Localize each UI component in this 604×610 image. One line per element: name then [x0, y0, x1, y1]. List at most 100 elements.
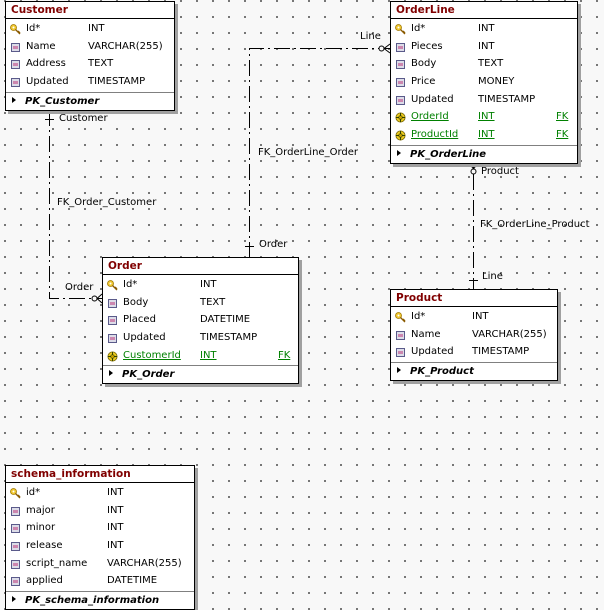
primary-key-constraint[interactable]: PK_Product: [391, 362, 557, 380]
column-name: CustomerId: [123, 349, 181, 361]
column-type: VARCHAR(255): [107, 557, 182, 569]
field-icon: [108, 316, 117, 326]
column-row[interactable]: Id* INT: [391, 308, 557, 326]
expand-arrow-icon[interactable]: [12, 96, 16, 103]
entity-schema-information[interactable]: schema_information id* INT major INT minor INT…: [5, 465, 195, 610]
role-label-customer: Customer: [59, 113, 108, 124]
column-name: minor: [26, 522, 56, 534]
column-row[interactable]: Updated TIMESTAMP: [391, 343, 557, 361]
role-label-line: Line: [360, 31, 381, 42]
relationship-name-fk-order-customer[interactable]: FK_Order_Customer: [57, 197, 156, 209]
column-row[interactable]: ProductId INT FK: [391, 126, 577, 144]
column-type: INT: [478, 40, 495, 52]
column-row[interactable]: Id* INT: [103, 276, 298, 294]
entity-order[interactable]: Order Id* INT Body TEXT Placed DATETIME Updated…: [102, 257, 299, 385]
pk-name: PK_Product: [410, 366, 474, 378]
entity-title[interactable]: Order: [103, 258, 298, 275]
role-label-order-child: Order: [65, 282, 94, 293]
primary-key-constraint[interactable]: PK_schema_information: [6, 591, 194, 609]
primary-key-icon: [395, 312, 406, 323]
primary-key-constraint[interactable]: PK_Order: [103, 365, 298, 383]
column-row[interactable]: CustomerId INT FK: [103, 347, 298, 365]
column-type: INT: [472, 311, 489, 322]
column-row[interactable]: Updated TIMESTAMP: [103, 329, 298, 347]
expand-arrow-icon[interactable]: [12, 596, 16, 603]
column-row[interactable]: release INT: [6, 537, 194, 555]
column-name: id*: [26, 487, 41, 498]
column-row[interactable]: Body TEXT: [103, 294, 298, 312]
expand-arrow-icon[interactable]: [397, 367, 401, 374]
column-row[interactable]: Id* INT: [6, 20, 174, 38]
column-type: DATETIME: [107, 575, 158, 587]
column-type: MONEY: [478, 76, 515, 88]
column-type: INT: [107, 522, 124, 534]
column-row[interactable]: Name VARCHAR(255): [391, 326, 557, 344]
entity-product[interactable]: Product Id* INT Name VARCHAR(255) Updated TIME…: [390, 289, 558, 382]
column-type: INT: [107, 540, 124, 552]
relationship-name-fk-orderline-product[interactable]: FK_OrderLine_Product: [480, 219, 590, 231]
primary-key-constraint[interactable]: PK_Customer: [6, 91, 174, 110]
column-name: Id*: [123, 279, 138, 290]
field-icon: [11, 506, 20, 516]
column-name: Name: [411, 328, 441, 340]
field-icon: [11, 524, 20, 534]
column-type: TEXT: [88, 58, 114, 70]
entity-title[interactable]: Product: [391, 290, 557, 307]
column-row[interactable]: OrderId INT FK: [391, 108, 577, 126]
column-name: Id*: [26, 23, 41, 34]
column-row[interactable]: Name VARCHAR(255): [6, 38, 174, 56]
column-list: Id* INT Name VARCHAR(255) Address TEXT Updated…: [6, 19, 174, 92]
pk-name: PK_Customer: [25, 95, 100, 107]
entity-title[interactable]: Customer: [6, 2, 174, 19]
fk-orderline-product-line[interactable]: [468, 162, 479, 290]
column-name: Updated: [123, 332, 166, 344]
column-type: INT: [200, 279, 217, 290]
field-icon: [108, 334, 117, 344]
column-name: Address: [26, 58, 66, 70]
column-row[interactable]: major INT: [6, 502, 194, 520]
column-row[interactable]: Placed DATETIME: [103, 311, 298, 329]
primary-key-icon: [10, 24, 21, 35]
foreign-key-icon: [395, 112, 406, 123]
primary-key-constraint[interactable]: PK_OrderLine: [391, 144, 577, 163]
column-row[interactable]: Updated TIMESTAMP: [391, 91, 577, 109]
column-name: Body: [123, 296, 149, 308]
column-type: TEXT: [478, 58, 504, 70]
column-name: Placed: [123, 314, 156, 326]
field-icon: [108, 298, 117, 308]
column-name: Pieces: [411, 40, 443, 52]
fk-marker: FK: [556, 129, 569, 141]
expand-arrow-icon[interactable]: [109, 370, 113, 377]
column-type: INT: [478, 129, 495, 141]
column-row[interactable]: Updated TIMESTAMP: [6, 73, 174, 91]
fk-marker: FK: [278, 349, 291, 361]
role-label-line-product: Line: [482, 271, 503, 282]
column-type: TIMESTAMP: [472, 346, 530, 358]
entity-title[interactable]: schema_information: [6, 466, 194, 483]
entity-title[interactable]: OrderLine: [391, 2, 577, 19]
entity-orderline[interactable]: OrderLine Id* INT Pieces INT Body TEXT Price MON…: [390, 1, 578, 164]
entity-customer[interactable]: Customer Id* INT Name VARCHAR(255) Address TEX…: [5, 1, 175, 111]
field-icon: [396, 78, 405, 88]
column-type: VARCHAR(255): [472, 328, 547, 340]
column-row[interactable]: script_name VARCHAR(255): [6, 555, 194, 573]
column-row[interactable]: Address TEXT: [6, 55, 174, 73]
column-row[interactable]: Pieces INT: [391, 38, 577, 56]
column-type: TIMESTAMP: [88, 76, 146, 88]
column-row[interactable]: Body TEXT: [391, 55, 577, 73]
column-name: major: [26, 504, 55, 516]
column-row[interactable]: Id* INT: [391, 20, 577, 38]
pk-name: PK_Order: [122, 369, 175, 381]
column-name: Updated: [26, 76, 69, 88]
column-row[interactable]: id* INT: [6, 484, 194, 502]
field-icon: [11, 78, 20, 88]
pk-name: PK_OrderLine: [410, 148, 487, 160]
field-icon: [396, 330, 405, 340]
column-row[interactable]: applied DATETIME: [6, 572, 194, 590]
column-row[interactable]: minor INT: [6, 519, 194, 537]
relationship-name-fk-orderline-order[interactable]: FK_OrderLine_Order: [258, 147, 358, 159]
column-row[interactable]: Price MONEY: [391, 73, 577, 91]
expand-arrow-icon[interactable]: [397, 149, 401, 156]
column-type: DATETIME: [200, 314, 251, 326]
column-type: INT: [107, 504, 124, 516]
